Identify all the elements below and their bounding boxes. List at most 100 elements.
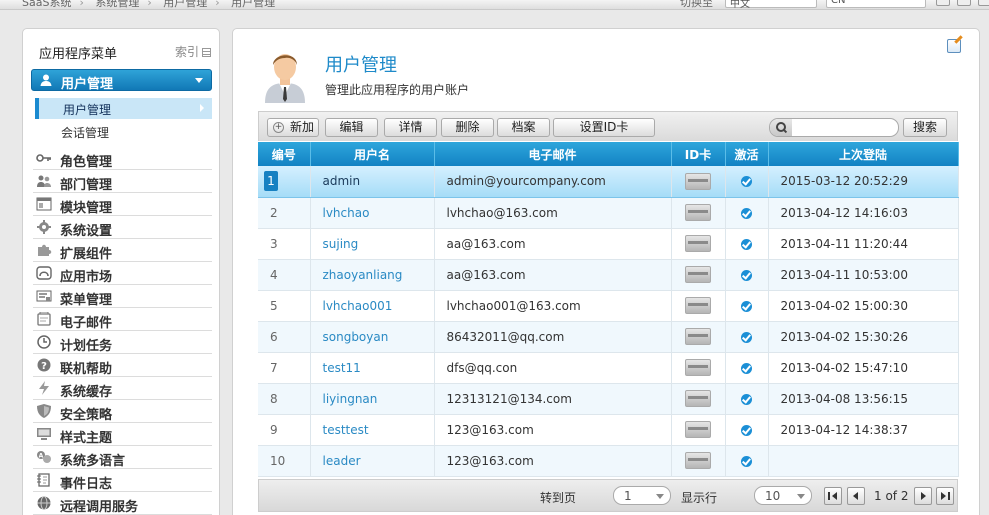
cell-username[interactable]: test11: [310, 352, 435, 384]
breadcrumb-item[interactable]: 用户管理: [163, 0, 207, 9]
sidebar-item-module[interactable]: 模块管理: [33, 193, 212, 216]
page-select[interactable]: 1: [613, 486, 671, 505]
add-button[interactable]: + 新加: [267, 118, 319, 137]
log-icon: [37, 473, 50, 487]
id-card-icon[interactable]: [685, 297, 711, 314]
table-row[interactable]: 10 leader 123@163.com: [258, 445, 959, 477]
cell-username[interactable]: admin: [310, 166, 435, 198]
cell-last-login: 2013-04-12 14:38:37: [768, 414, 959, 446]
language-select[interactable]: 中文: [725, 0, 817, 9]
sidebar-item-multilanguage[interactable]: A 系统多语言: [33, 446, 212, 469]
settings-icon[interactable]: [957, 0, 971, 6]
sidebar-item-label: 系统缓存: [60, 385, 113, 400]
column-header-email[interactable]: 电子邮件: [434, 142, 672, 166]
table-row[interactable]: 3 sujing aa@163.com 2013-04-11 11:20:44: [258, 228, 959, 260]
table-row[interactable]: 2 lvhchao lvhchao@163.com 2013-04-12 14:…: [258, 197, 959, 229]
set-idcard-button[interactable]: 设置ID卡: [553, 118, 655, 137]
table-row[interactable]: 1 admin admin@yourcompany.com 2015-03-12…: [258, 166, 959, 198]
cell-username[interactable]: songboyan: [310, 321, 435, 353]
sidebar-item-settings[interactable]: 系统设置: [33, 216, 212, 239]
delete-button[interactable]: 删除: [441, 118, 494, 137]
next-page-button[interactable]: [914, 487, 932, 505]
column-header-idcard[interactable]: ID卡: [671, 142, 726, 166]
id-card-icon[interactable]: [685, 390, 711, 407]
cell-last-login: 2013-04-11 10:53:00: [768, 259, 959, 291]
close-icon[interactable]: [978, 0, 989, 6]
id-card-icon[interactable]: [685, 235, 711, 252]
cell-username[interactable]: lvhchao001: [310, 290, 435, 322]
cell-username[interactable]: leader: [310, 445, 435, 477]
cell-username[interactable]: sujing: [310, 228, 435, 260]
cell-username[interactable]: lvhchao: [310, 197, 435, 229]
sidebar-item-email[interactable]: 电子邮件: [33, 308, 212, 331]
id-card-icon[interactable]: [685, 204, 711, 221]
table-row[interactable]: 7 test11 dfs@qq.con 2013-04-02 15:47:10: [258, 352, 959, 384]
sidebar-item-department[interactable]: 部门管理: [33, 170, 212, 193]
sidebar-item-market[interactable]: 应用市场: [33, 262, 212, 285]
id-card-icon[interactable]: [685, 172, 711, 190]
table-row[interactable]: 4 zhaoyanliang aa@163.com 2013-04-11 10:…: [258, 259, 959, 291]
id-card-icon[interactable]: [685, 266, 711, 283]
sidebar-item-label: 系统设置: [60, 224, 113, 239]
detail-button[interactable]: 详情: [384, 118, 437, 137]
id-card-icon[interactable]: [685, 328, 711, 345]
sidebar-item-extensions[interactable]: 扩展组件: [33, 239, 212, 262]
translate-icon: A: [37, 451, 51, 463]
sidebar-item-security[interactable]: 安全策略: [33, 400, 212, 423]
id-card-icon[interactable]: [685, 421, 711, 438]
sidebar-item-role[interactable]: 角色管理: [33, 147, 212, 170]
cell-active: [725, 259, 769, 291]
breadcrumb-item[interactable]: 系统管理: [95, 0, 139, 9]
sidebar-item-tasks[interactable]: 计划任务: [33, 331, 212, 354]
column-header-username[interactable]: 用户名: [310, 142, 435, 166]
sidebar-item-rpc[interactable]: 远程调用服务: [33, 492, 212, 515]
sidebar-subitem-user-management[interactable]: 用户管理: [35, 98, 212, 119]
region-select[interactable]: CN: [826, 0, 926, 8]
sidebar-item-menu[interactable]: 菜单管理: [33, 285, 212, 308]
last-page-button[interactable]: [936, 487, 954, 505]
sidebar-group-user-management[interactable]: 用户管理: [31, 69, 212, 92]
breadcrumb-item[interactable]: SaaS系统: [22, 0, 71, 9]
column-header-active[interactable]: 激活: [725, 142, 769, 166]
check-icon: [741, 238, 752, 250]
sidebar-item-event-log[interactable]: 事件日志: [33, 469, 212, 492]
sidebar-menu-list: 角色管理 部门管理 模块管理 系统设置 扩展组件 应用市场 菜单管理 电子邮件: [33, 147, 212, 515]
cell-username[interactable]: liyingnan: [310, 383, 435, 415]
edit-page-icon[interactable]: [947, 39, 961, 53]
cell-id: 6: [258, 321, 311, 353]
table-row[interactable]: 6 songboyan 86432011@qq.com 2013-04-02 1…: [258, 321, 959, 353]
sidebar-item-theme[interactable]: 样式主题: [33, 423, 212, 446]
sidebar-index-toggle[interactable]: 索引: [175, 43, 211, 60]
archive-button[interactable]: 档案: [497, 118, 550, 137]
chevron-right-icon: [200, 104, 204, 112]
cell-username[interactable]: zhaoyanliang: [310, 259, 435, 291]
id-card-icon[interactable]: [685, 359, 711, 376]
search-input[interactable]: [769, 118, 899, 137]
column-header-last-login[interactable]: 上次登陆: [768, 142, 959, 166]
cell-email: 12313121@134.com: [434, 383, 672, 415]
cell-username[interactable]: testtest: [310, 414, 435, 446]
table-row[interactable]: 8 liyingnan 12313121@134.com 2013-04-08 …: [258, 383, 959, 415]
sidebar-subitem-session-management[interactable]: 会话管理: [61, 124, 109, 141]
id-card-icon[interactable]: [685, 452, 711, 469]
main-panel: 用户管理 管理此应用程序的用户账户 + 新加 编辑 详情 删除 档案 设置ID卡…: [232, 28, 980, 515]
table-row[interactable]: 5 lvhchao001 lvhchao001@163.com 2013-04-…: [258, 290, 959, 322]
sidebar-item-label: 菜单管理: [60, 293, 113, 308]
rows-per-page-select[interactable]: 10: [754, 486, 812, 505]
edit-button[interactable]: 编辑: [325, 118, 378, 137]
page-title: 用户管理: [325, 55, 397, 76]
cell-id: 9: [258, 414, 311, 446]
first-page-button[interactable]: [824, 487, 842, 505]
tools-icon[interactable]: [936, 0, 950, 6]
search-button[interactable]: 搜索: [903, 118, 947, 137]
table-row[interactable]: 9 testtest 123@163.com 2013-04-12 14:38:…: [258, 414, 959, 446]
sidebar-item-cache[interactable]: 系统缓存: [33, 377, 212, 400]
prev-page-button[interactable]: [847, 487, 865, 505]
cell-email: aa@163.com: [434, 228, 672, 260]
rows-per-page-label: 显示行: [681, 491, 718, 505]
sidebar-item-help[interactable]: ? 联机帮助: [33, 354, 212, 377]
cell-active: [725, 290, 769, 322]
cell-idcard: [671, 352, 726, 384]
column-header-id[interactable]: 编号: [258, 142, 311, 166]
cell-id: 7: [258, 352, 311, 384]
